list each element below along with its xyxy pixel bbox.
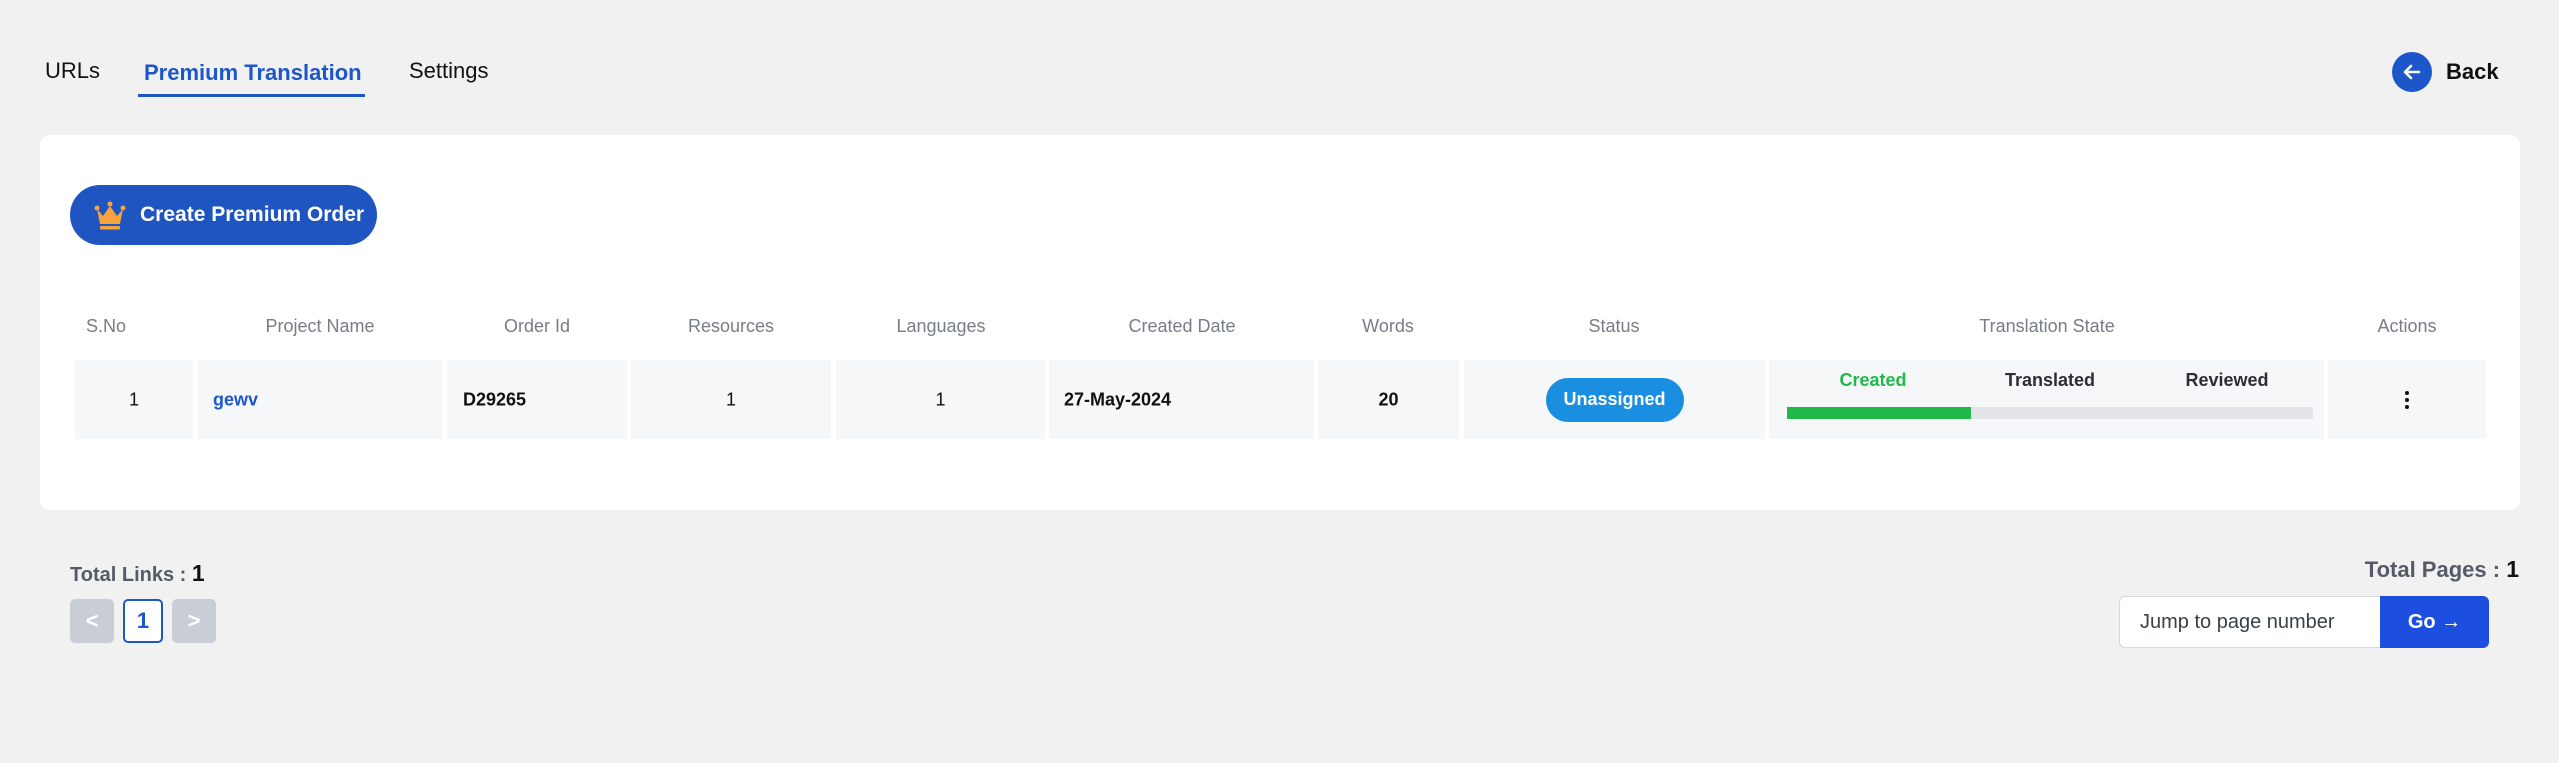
header-project-name: Project Name — [265, 316, 375, 336]
total-pages-label: Total Pages : — [2364, 557, 2501, 582]
tab-premium-translation[interactable]: Premium Translation — [144, 60, 362, 86]
cell-languages: 1 — [836, 360, 1045, 439]
orders-card: Create Premium Order S.No Project Name O… — [40, 135, 2520, 510]
crown-icon — [94, 201, 126, 230]
total-pages-value: 1 — [2506, 556, 2519, 582]
active-tab-indicator — [138, 94, 365, 97]
total-pages: Total Pages : 1 — [2365, 556, 2519, 583]
create-premium-order-label: Create Premium Order — [140, 203, 365, 226]
header-translation-state: Translation State — [1979, 316, 2115, 336]
translation-progress-fill — [1787, 407, 1972, 419]
resources-value: 1 — [725, 389, 737, 409]
order-id-value: D29265 — [463, 389, 527, 409]
header-actions: Actions — [2377, 316, 2437, 336]
header-created-date: Created Date — [1128, 316, 1236, 336]
header-order-id: Order Id — [503, 316, 571, 336]
cell-actions — [2328, 360, 2486, 439]
cell-sno: 1 — [75, 360, 193, 439]
sno-value: 1 — [128, 389, 140, 409]
total-links: Total Links : 1 — [70, 560, 205, 587]
jump-to-page-input[interactable] — [2119, 596, 2381, 648]
header-status: Status — [1588, 316, 1640, 336]
stage-translated-label: Translated — [2004, 370, 2096, 390]
header-resources: Resources — [687, 316, 775, 336]
tab-settings[interactable]: Settings — [409, 58, 489, 84]
more-actions-icon[interactable] — [2397, 385, 2417, 415]
stage-created-label: Created — [1839, 370, 1907, 390]
translation-progress-track — [1787, 407, 2313, 419]
words-value: 20 — [1378, 389, 1399, 409]
cell-translation-state: Created Translated Reviewed — [1769, 360, 2324, 439]
current-page-button[interactable]: 1 — [123, 599, 163, 643]
header-sno: S.No — [85, 316, 127, 336]
stage-reviewed-label: Reviewed — [2185, 370, 2269, 390]
status-badge: Unassigned — [1545, 377, 1684, 422]
cell-project-name: gewv — [198, 360, 442, 439]
arrow-left-icon — [2392, 52, 2432, 92]
cell-resources: 1 — [631, 360, 831, 439]
languages-value: 1 — [935, 389, 946, 409]
cell-order-id: D29265 — [447, 360, 627, 439]
prev-page-button[interactable]: < — [70, 599, 114, 643]
total-links-value: 1 — [191, 560, 205, 586]
back-label: Back — [2446, 59, 2499, 84]
back-button[interactable]: Back — [2392, 52, 2499, 92]
top-tabs: URLs Premium Translation Settings — [0, 0, 2559, 130]
cell-words: 20 — [1318, 360, 1459, 439]
tab-urls[interactable]: URLs — [45, 58, 100, 84]
header-words: Words — [1362, 316, 1414, 336]
create-premium-order-button[interactable]: Create Premium Order — [70, 185, 377, 245]
next-page-button[interactable]: > — [172, 599, 216, 643]
project-name-link[interactable]: gewv — [213, 389, 258, 410]
header-languages: Languages — [896, 316, 986, 336]
cell-status: Unassigned — [1464, 360, 1765, 439]
cell-created-date: 27-May-2024 — [1049, 360, 1314, 439]
total-links-label: Total Links : — [70, 564, 187, 586]
go-button[interactable]: Go → — [2380, 596, 2489, 648]
created-date-value: 27-May-2024 — [1064, 389, 1172, 409]
